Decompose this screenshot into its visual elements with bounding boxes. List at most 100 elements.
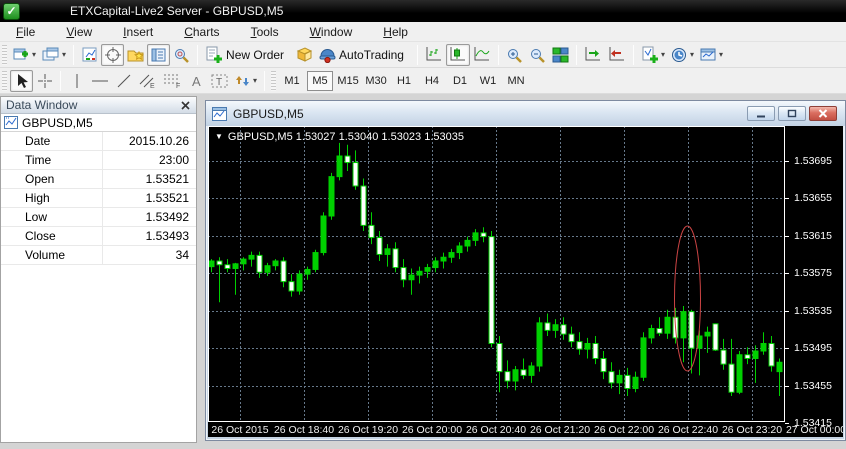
candlestick-plot[interactable]: [208, 126, 785, 422]
minimize-button[interactable]: [747, 106, 775, 121]
candle-23:30[interactable]: [761, 344, 766, 352]
candle-17:55[interactable]: [225, 265, 230, 269]
candle-18:00[interactable]: [233, 264, 238, 269]
text-label-button[interactable]: T: [208, 70, 232, 92]
navigator-button[interactable]: [124, 44, 147, 66]
candle-18:15[interactable]: [257, 255, 262, 272]
candle-22:45[interactable]: [689, 312, 694, 349]
candle-22:15[interactable]: [641, 338, 646, 377]
ellipse-annotation[interactable]: [675, 226, 701, 371]
tile-windows-button[interactable]: [549, 44, 572, 66]
new-chart-button[interactable]: ▾: [10, 44, 39, 66]
chart-window-titlebar[interactable]: GBPUSD,M5: [206, 101, 845, 126]
strategy-tester-button[interactable]: [170, 44, 193, 66]
close-button[interactable]: [809, 106, 837, 121]
profiles-button[interactable]: ▾: [39, 44, 69, 66]
data-window-button[interactable]: [101, 44, 124, 66]
candle-18:30[interactable]: [281, 261, 286, 282]
candle-20:15[interactable]: [449, 253, 454, 258]
data-window-titlebar[interactable]: Data Window: [1, 97, 196, 114]
auto-scroll-button[interactable]: [581, 44, 605, 66]
price-axis[interactable]: 1.536951.536551.536151.535751.535351.534…: [785, 126, 843, 422]
autotrading-button[interactable]: AutoTrading: [316, 44, 413, 66]
candle-21:15[interactable]: [545, 323, 550, 331]
candle-19:30[interactable]: [377, 238, 382, 255]
fibonacci-button[interactable]: F: [159, 70, 185, 92]
menu-item-charts[interactable]: Charts: [172, 23, 231, 41]
menu-item-insert[interactable]: Insert: [111, 23, 165, 41]
candle-20:55[interactable]: [513, 370, 518, 381]
candle-21:30[interactable]: [569, 334, 574, 342]
timeframe-button-m15[interactable]: M15: [335, 71, 361, 91]
candle-22:30[interactable]: [665, 317, 670, 333]
candle-22:05[interactable]: [625, 375, 630, 388]
new-order-button[interactable]: New Order: [202, 44, 293, 66]
timeframe-button-m5[interactable]: M5: [307, 71, 333, 91]
crosshair-button[interactable]: [33, 70, 56, 92]
timeframe-button-m30[interactable]: M30: [363, 71, 389, 91]
vertical-line-button[interactable]: [65, 70, 88, 92]
candle-19:10[interactable]: [345, 156, 350, 163]
candle-20:50[interactable]: [505, 372, 510, 381]
timeframe-button-mn[interactable]: MN: [503, 71, 529, 91]
candle-20:25[interactable]: [465, 240, 470, 246]
candle-19:35[interactable]: [385, 249, 390, 255]
zoom-out-button[interactable]: [526, 44, 549, 66]
periods-button[interactable]: ▾: [668, 44, 697, 66]
time-axis[interactable]: 26 Oct 201526 Oct 18:4026 Oct 19:2026 Oc…: [208, 422, 843, 437]
templates-button[interactable]: ▾: [697, 44, 726, 66]
toolbar-grip[interactable]: [2, 45, 7, 65]
toolbar-grip[interactable]: [271, 71, 276, 91]
text-button[interactable]: A: [185, 70, 208, 92]
metaeditor-button[interactable]: [293, 44, 316, 66]
candle-18:50[interactable]: [313, 253, 318, 270]
candle-18:10[interactable]: [249, 255, 254, 259]
candle-23:15[interactable]: [737, 355, 742, 393]
candle-17:45[interactable]: [209, 261, 214, 267]
candle-23:20[interactable]: [745, 355, 750, 359]
terminal-button[interactable]: [147, 44, 170, 66]
candle-20:40[interactable]: [489, 237, 494, 344]
market-watch-button[interactable]: [78, 44, 101, 66]
candle-22:10[interactable]: [633, 377, 638, 388]
candle-18:55[interactable]: [321, 216, 326, 253]
chart-shift-button[interactable]: [605, 44, 629, 66]
candle-18:40[interactable]: [297, 274, 302, 291]
candle-22:00[interactable]: [617, 375, 622, 383]
timeframe-button-w1[interactable]: W1: [475, 71, 501, 91]
candle-19:05[interactable]: [337, 156, 342, 177]
menu-item-view[interactable]: View: [54, 23, 104, 41]
candle-21:45[interactable]: [593, 344, 598, 359]
candle-22:25[interactable]: [657, 329, 662, 334]
candle-19:55[interactable]: [417, 271, 422, 275]
horizontal-line-button[interactable]: [88, 70, 112, 92]
candle-20:30[interactable]: [473, 233, 478, 241]
candle-21:05[interactable]: [529, 366, 534, 375]
candle-22:20[interactable]: [649, 329, 654, 338]
candle-20:05[interactable]: [433, 261, 438, 268]
candle-19:20[interactable]: [361, 186, 366, 225]
restore-button[interactable]: [778, 106, 806, 121]
toolbar-grip[interactable]: [2, 71, 7, 91]
candle-20:35[interactable]: [481, 233, 486, 237]
candle-21:10[interactable]: [537, 323, 542, 366]
candle-20:45[interactable]: [497, 344, 502, 372]
candle-23:25[interactable]: [753, 351, 758, 359]
menu-item-file[interactable]: File: [4, 23, 47, 41]
arrows-button[interactable]: ▾: [232, 70, 260, 92]
candle-23:40[interactable]: [777, 362, 782, 371]
menu-item-window[interactable]: Window: [298, 23, 365, 41]
close-icon[interactable]: [179, 99, 191, 111]
candle-23:35[interactable]: [769, 344, 774, 367]
chart-area[interactable]: ▼GBPUSD,M5 1.53027 1.53040 1.53023 1.530…: [208, 126, 843, 437]
candle-21:50[interactable]: [601, 359, 606, 372]
timeframe-button-m1[interactable]: M1: [279, 71, 305, 91]
trendline-button[interactable]: [112, 70, 135, 92]
candle-17:50[interactable]: [217, 261, 222, 265]
chart-line-button[interactable]: [470, 44, 494, 66]
candle-19:25[interactable]: [369, 225, 374, 237]
candle-20:00[interactable]: [425, 268, 430, 272]
cursor-button[interactable]: [10, 70, 33, 92]
candle-23:05[interactable]: [721, 350, 726, 364]
chart-candles-button[interactable]: [446, 44, 470, 66]
